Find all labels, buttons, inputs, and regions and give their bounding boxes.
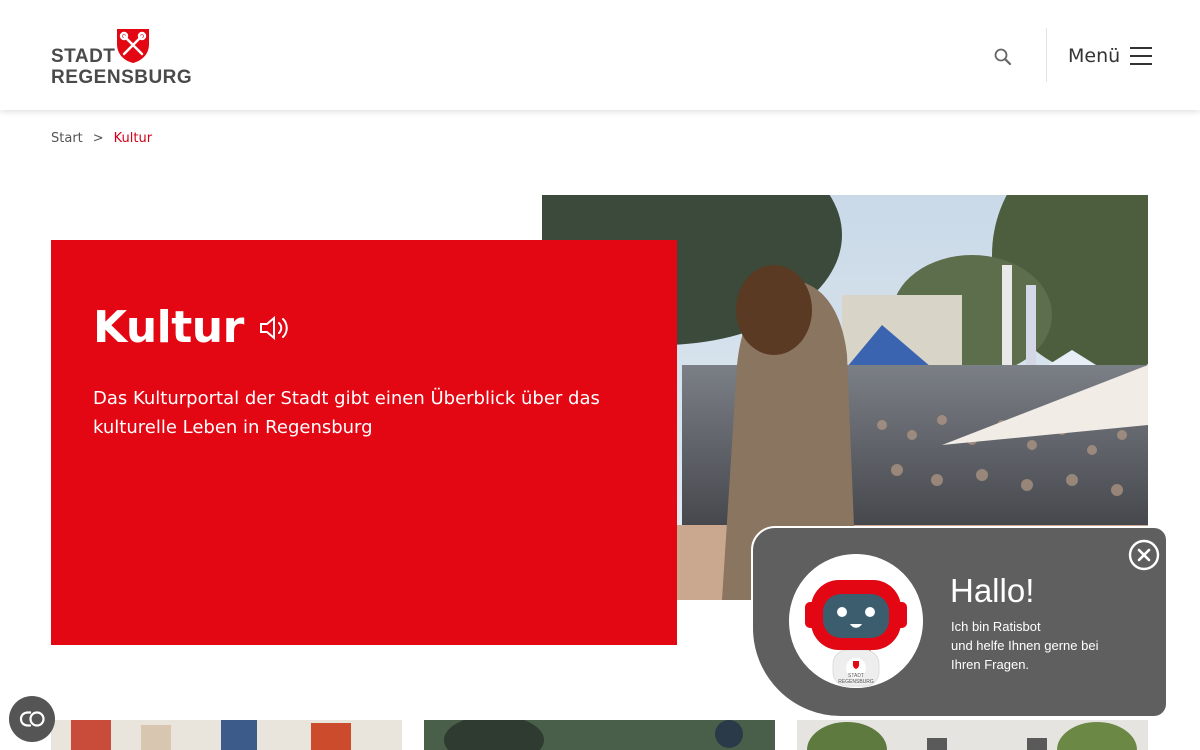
speaker-icon[interactable] [258,313,290,343]
teaser-tile-3[interactable] [797,720,1148,750]
chatbot-text-line1: Ich bin Ratisbot [951,619,1041,634]
accessibility-toggle-icon [19,711,45,727]
chatbot-greeting: Hallo! [950,572,1035,609]
chatbot-intro-text: Ich bin Ratisbot und helfe Ihnen gerne b… [951,617,1141,674]
breadcrumb: Start > Kultur [51,131,152,146]
site-header: STADT REGENSBURG Menü [0,0,1200,110]
teaser-tile-1[interactable] [51,720,402,750]
breadcrumb-current: Kultur [113,131,153,146]
menu-label: Menü [1068,45,1121,67]
hero-description: Das Kulturportal der Stadt gibt einen Üb… [93,388,600,438]
menu-button[interactable]: Menü [1068,42,1153,70]
header-divider [1046,28,1047,82]
chatbot-text-line2: und helfe Ihnen gerne bei [951,638,1099,653]
search-button[interactable] [990,44,1016,70]
breadcrumb-start-link[interactable]: Start [51,131,83,146]
city-logo[interactable]: STADT REGENSBURG [51,26,192,88]
close-icon [1128,539,1160,571]
page-title: Kultur [93,302,244,353]
logo-line-stadt: STADT [51,46,116,67]
search-icon [994,48,1012,66]
hero-title-row: Kultur [93,302,290,353]
hero-card: Kultur Das Kulturportal der Stadt gibt e… [51,240,677,645]
logo-line-regensburg: REGENSBURG [51,67,193,88]
teaser-tile-2[interactable] [424,720,775,750]
hamburger-icon [1130,47,1153,65]
accessibility-button[interactable] [9,696,55,742]
chatbot-close-button[interactable] [1128,539,1160,571]
chatbot-text-line3: Ihren Fragen. [951,657,1030,672]
avatar-label-line2: REGENSBURG [838,679,874,685]
coat-of-arms-icon [117,29,149,63]
ratisbot-avatar[interactable]: STADT REGENSBURG [789,554,923,688]
breadcrumb-separator: > [92,131,104,146]
